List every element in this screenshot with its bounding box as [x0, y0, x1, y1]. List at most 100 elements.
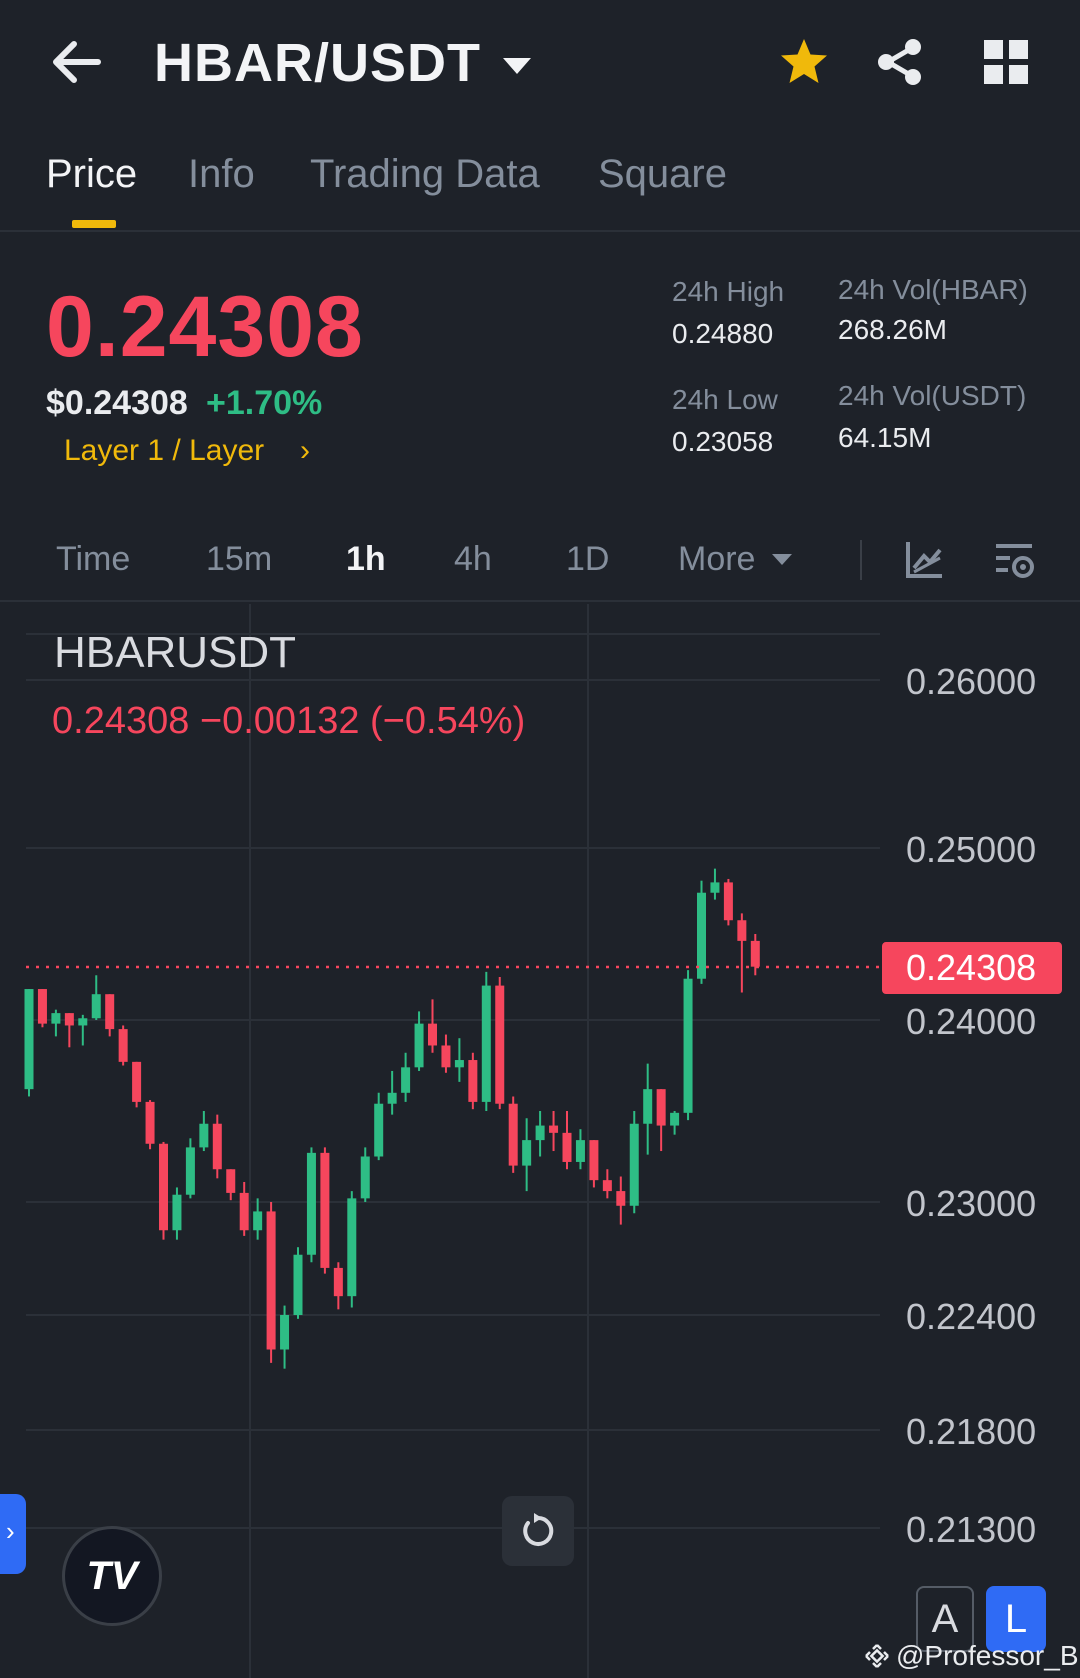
tab-trading-data[interactable]: Trading Data [310, 152, 540, 197]
back-arrow-icon[interactable] [48, 38, 104, 86]
active-tab-indicator [72, 220, 116, 228]
tab-price[interactable]: Price [46, 152, 137, 197]
candle-body [589, 1140, 599, 1181]
candle-body [185, 1147, 195, 1195]
candle-body [535, 1125, 545, 1141]
candle-body [683, 978, 693, 1113]
tab-info[interactable]: Info [188, 152, 255, 197]
high-value: 0.24880 [672, 318, 774, 349]
tab-bar: Price Info Trading Data Square [0, 140, 1080, 232]
candle-body [64, 1013, 74, 1026]
y-tick-label: 0.25000 [906, 829, 1036, 870]
interval-1d[interactable]: 1D [566, 540, 609, 579]
candle-body [481, 985, 491, 1102]
candle-body [239, 1192, 249, 1231]
candle-body [24, 989, 34, 1090]
candle-body [401, 1067, 411, 1093]
chevron-right-icon[interactable]: › [300, 434, 310, 468]
low-value: 0.23058 [672, 426, 774, 457]
candle-body [616, 1191, 626, 1206]
y-tick-label: 0.23000 [906, 1183, 1036, 1224]
candle-body [118, 1029, 128, 1062]
star-icon[interactable] [778, 36, 830, 88]
high-label: 24h High [672, 276, 785, 307]
candle-body [293, 1254, 303, 1315]
candle-body [374, 1103, 384, 1157]
candle-body [159, 1143, 168, 1231]
candle-body [51, 1013, 61, 1024]
candle-body [428, 1023, 437, 1046]
vol-base-label: 24h Vol(HBAR) [838, 274, 1028, 305]
candle-body [145, 1101, 155, 1144]
candle-body [710, 882, 720, 893]
candle-body [347, 1198, 357, 1297]
vol-quote-value: 64.15M [838, 422, 932, 453]
chart-ohlc-line: 0.24308 −0.00132 (−0.54%) [52, 700, 526, 742]
candle-body [91, 994, 101, 1019]
candle-body [737, 920, 747, 941]
candle-body [132, 1061, 142, 1102]
candle-body [723, 882, 733, 921]
grid-menu-icon[interactable] [980, 36, 1032, 88]
price-change-percent: +1.70% [206, 384, 323, 422]
candle-body [495, 985, 505, 1104]
candle-body [199, 1123, 209, 1148]
interval-more[interactable]: More [678, 540, 755, 579]
refresh-icon [523, 1513, 554, 1546]
candle-body [253, 1211, 263, 1231]
candle-body [360, 1156, 370, 1199]
pair-selector[interactable]: HBAR/USDT [154, 32, 531, 94]
candle-body [226, 1169, 236, 1193]
chart-symbol: HBARUSDT [54, 628, 297, 677]
candle-body [656, 1089, 666, 1126]
interval-4h[interactable]: 4h [454, 540, 492, 579]
candle-body [37, 989, 47, 1024]
interval-1h[interactable]: 1h [346, 540, 386, 579]
candle-body [750, 940, 760, 967]
candle-body [549, 1125, 559, 1133]
binance-logo-icon [865, 1644, 889, 1668]
candle-body [508, 1103, 518, 1166]
vol-quote-label: 24h Vol(USDT) [838, 380, 1027, 411]
candle-body [212, 1123, 222, 1170]
toolbar-divider [860, 540, 862, 580]
candle-body [280, 1315, 290, 1350]
candle-body [575, 1140, 585, 1162]
last-price-label: 0.24308 [906, 947, 1036, 988]
low-label: 24h Low [672, 384, 778, 415]
tradingview-logo: TV [62, 1526, 162, 1626]
candle-body [414, 1023, 424, 1068]
candle-body [562, 1132, 572, 1162]
interval-time[interactable]: Time [56, 540, 130, 579]
interval-15m[interactable]: 15m [206, 540, 272, 579]
pair-title: HBAR/USDT [154, 33, 481, 93]
category-tag[interactable]: Layer 1 / Layer [64, 434, 264, 468]
candle-body [306, 1152, 316, 1255]
reset-chart-button[interactable] [502, 1496, 574, 1566]
interval-bar: Time 15m 1h 4h 1D More [0, 520, 1080, 602]
watermark-text: @Professor_Bit [896, 1640, 1080, 1671]
side-drawer-tab[interactable]: › [0, 1494, 26, 1574]
candle-body [629, 1123, 639, 1206]
last-price: 0.24308 [46, 279, 364, 375]
vol-base-value: 268.26M [838, 314, 947, 345]
indicator-chart-icon[interactable] [900, 536, 948, 584]
candle-body [172, 1194, 182, 1231]
y-tick-label: 0.21300 [906, 1509, 1036, 1550]
y-tick-label: 0.24000 [906, 1001, 1036, 1042]
chart-settings-icon[interactable] [990, 536, 1038, 584]
candle-body [670, 1112, 680, 1126]
share-icon[interactable] [874, 36, 926, 88]
side-tab-chevron-icon: › [6, 1516, 15, 1546]
more-caret-icon [772, 554, 792, 565]
top-bar: HBAR/USDT [0, 0, 1080, 130]
candle-body [454, 1060, 464, 1068]
candle-body [602, 1180, 612, 1192]
tab-square[interactable]: Square [598, 152, 727, 197]
candle-body [468, 1060, 478, 1102]
y-tick-label: 0.21800 [906, 1411, 1036, 1452]
candle-body [320, 1152, 330, 1268]
usd-price: $0.24308 [46, 384, 188, 422]
candle-body [441, 1045, 451, 1068]
candle-body [643, 1089, 653, 1124]
